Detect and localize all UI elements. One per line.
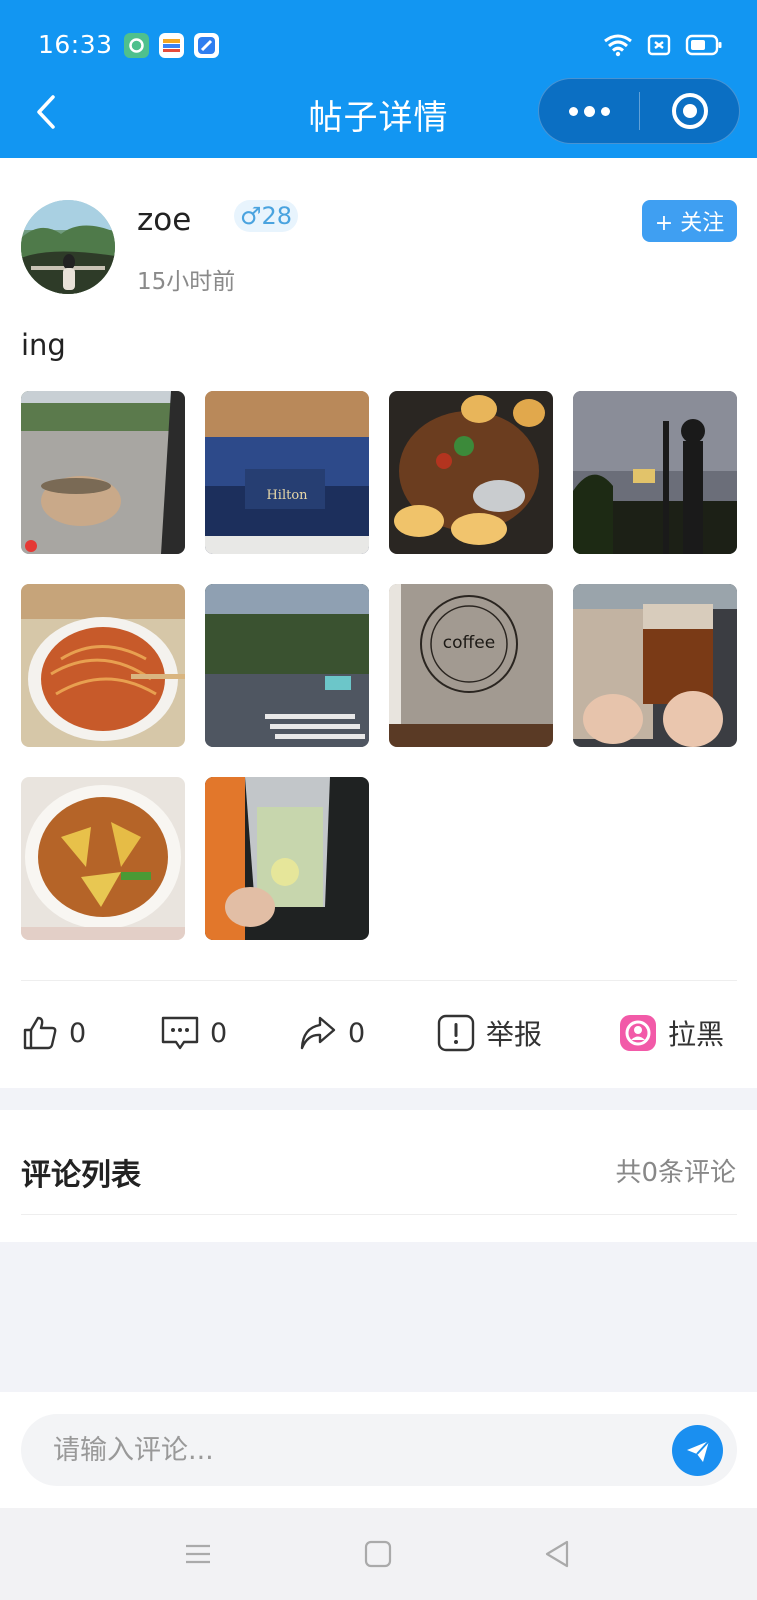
post-text: ing [21, 328, 66, 362]
comment-input[interactable] [53, 1414, 633, 1486]
status-time: 16:33 [38, 30, 113, 59]
more-button[interactable] [539, 78, 639, 144]
post-image[interactable] [205, 777, 369, 940]
avatar-image [21, 200, 115, 294]
comments-count: 共0条评论 [615, 1158, 736, 1188]
svg-text:coffee: coffee [443, 633, 495, 653]
back-system-button[interactable] [537, 1534, 577, 1574]
post-time: 15小时前 [137, 269, 236, 295]
comment-button[interactable]: 0 [160, 998, 227, 1068]
wallet-notification-icon [159, 33, 184, 58]
target-close-icon [671, 93, 708, 129]
like-count: 0 [69, 1017, 87, 1049]
triangle-back-icon [545, 1540, 569, 1568]
more-dot-icon [583, 105, 595, 117]
like-button[interactable]: 0 [21, 998, 86, 1068]
menu-button[interactable] [178, 1534, 218, 1574]
comments-section: 评论列表 共0条评论 [0, 1110, 757, 1242]
notification-icons [124, 33, 219, 58]
nav-bar: 帖子详情 [0, 78, 757, 158]
square-home-icon [364, 1540, 392, 1568]
status-icons [603, 33, 723, 57]
comments-divider [21, 1214, 737, 1215]
send-button[interactable] [672, 1425, 723, 1476]
miniprogram-capsule [538, 78, 740, 144]
menu-icon [186, 1544, 210, 1564]
block-button[interactable]: 拉黑 [618, 998, 724, 1068]
battery-icon [685, 34, 722, 56]
paper-plane-icon [686, 1439, 710, 1462]
more-dot-icon [600, 106, 610, 116]
wifi-icon [604, 34, 632, 57]
comment-count: 0 [210, 1017, 228, 1049]
share-icon [300, 1016, 336, 1050]
post-image[interactable] [205, 584, 369, 747]
block-user-icon [620, 1015, 656, 1051]
more-dot-icon [568, 106, 578, 116]
gender-age-badge: ♂28 [234, 200, 299, 232]
report-icon [437, 1014, 475, 1052]
report-button[interactable]: 举报 [436, 998, 542, 1068]
post-image[interactable]: Hilton [205, 391, 369, 554]
share-button[interactable]: 0 [298, 998, 365, 1068]
avatar[interactable] [21, 200, 115, 294]
header: 16:33 帖子详情 [0, 0, 757, 158]
comments-title: 评论列表 [21, 1158, 141, 1193]
app-notification-icon [124, 33, 149, 58]
username[interactable]: zoe [137, 202, 191, 238]
close-miniprogram-button[interactable] [640, 78, 739, 144]
report-label: 举报 [486, 1018, 543, 1051]
post-image[interactable] [389, 391, 553, 554]
image-grid: Hilton coffee [21, 391, 737, 941]
post-image[interactable] [573, 391, 737, 554]
thumbs-up-icon [23, 1016, 57, 1050]
follow-button[interactable]: + 关注 [642, 200, 737, 242]
sim-card-icon [647, 34, 671, 56]
comment-icon [161, 1016, 199, 1050]
system-navigation-bar [0, 1508, 757, 1600]
comment-input-container [21, 1414, 737, 1486]
post-divider [21, 980, 737, 981]
post-actions: 0 0 0 举报 拉黑 [0, 998, 757, 1068]
browser-notification-icon [194, 33, 219, 58]
home-button[interactable] [358, 1534, 398, 1574]
svg-text:Hilton: Hilton [266, 488, 308, 503]
post-image[interactable]: coffee [389, 584, 553, 747]
post-image[interactable] [21, 777, 185, 940]
share-count: 0 [348, 1017, 366, 1049]
post-image[interactable] [573, 584, 737, 747]
post-image[interactable] [21, 391, 185, 554]
comment-input-bar [0, 1392, 757, 1508]
post-image[interactable] [21, 584, 185, 747]
block-label: 拉黑 [668, 1018, 725, 1051]
post-card: zoe ♂28 15小时前 + 关注 ing Hilton coffee 0 0… [0, 158, 757, 1088]
